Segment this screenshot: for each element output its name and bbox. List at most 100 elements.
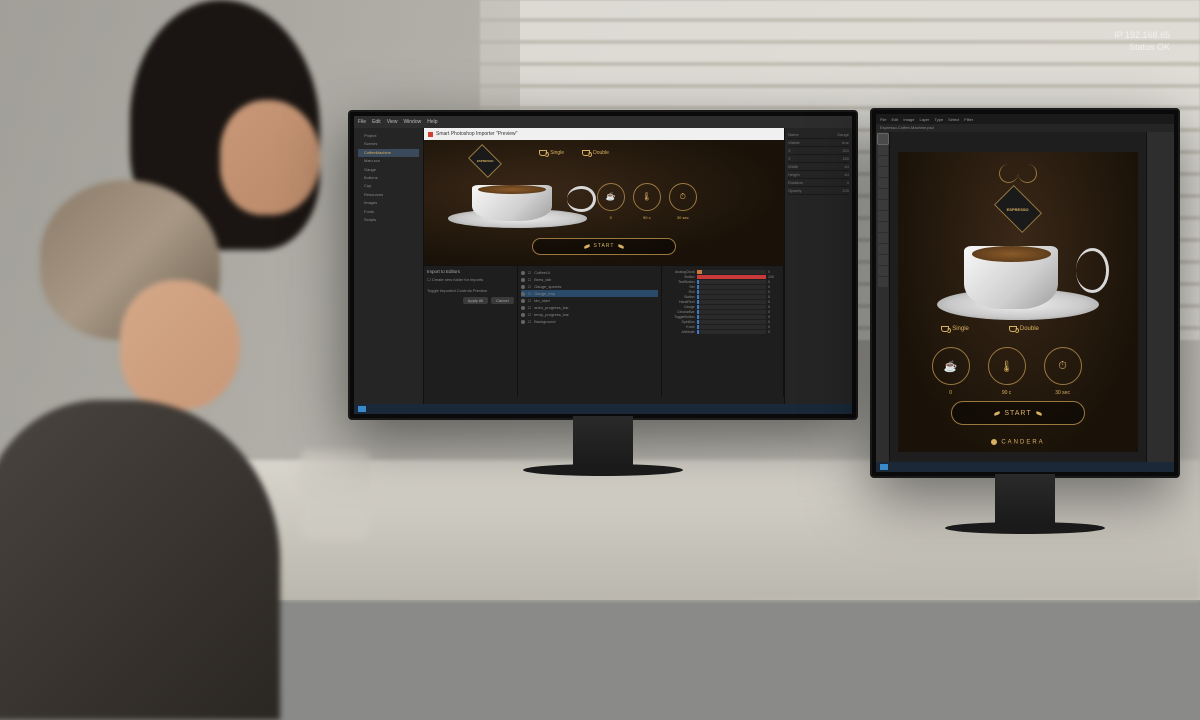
progress-row: Button100 [665,275,780,279]
dial-time[interactable]: ⏱30 sec [1044,347,1082,385]
layer-row[interactable]: ☐Gauge_tmp [521,290,658,297]
ps-menubar[interactable]: File Edit Image Layer Type Select Filter [876,114,1174,124]
prop-row[interactable]: Opacity100 [788,187,849,195]
ps-menu-image[interactable]: Image [903,117,914,122]
tab-single[interactable]: Single [941,326,969,332]
tree-item[interactable]: Gauge [358,166,419,174]
tab-double[interactable]: Double [1009,326,1039,332]
prop-row[interactable]: Height64 [788,171,849,179]
layer-row[interactable]: ☐CoffeeUI [521,269,658,276]
ps-canvas[interactable]: ESPRESSO Single Double ☕0 🌡90 c [890,132,1146,472]
prop-row[interactable]: Y180 [788,155,849,163]
cup-icon [941,326,949,332]
coffee-cup-image [460,175,575,228]
eye-icon[interactable] [521,292,525,296]
tab-double[interactable]: Double [582,150,609,156]
layer-row[interactable]: ☐anim_progress_bar [521,304,658,311]
preview-window: Smart Photoshop Importer "Preview" ESPRE… [424,128,784,265]
ide-menubar[interactable]: File Edit View Window Help [354,116,852,128]
apply-all-button[interactable]: Apply All [463,297,488,304]
dial-temp[interactable]: 🌡90 c [633,183,661,211]
prop-row[interactable]: NameGauge [788,131,849,139]
ps-menu-edit[interactable]: Edit [891,117,898,122]
hand-tool-icon[interactable] [878,266,888,276]
tree-item[interactable]: Buttons [358,174,419,182]
project-tree[interactable]: Project Scenes CoffeeMachine Main.scn Ga… [354,128,424,414]
prop-row[interactable]: Rotation0 [788,179,849,187]
layer-row[interactable]: ☐Background [521,318,658,325]
eye-icon[interactable] [521,313,525,317]
prop-row[interactable]: Visibletrue [788,139,849,147]
menu-edit[interactable]: Edit [372,119,381,125]
prop-row[interactable]: Width64 [788,163,849,171]
windows-taskbar[interactable] [876,462,1174,472]
shape-tool-icon[interactable] [878,255,888,265]
tab-single[interactable]: Single [539,150,564,156]
dial-beans[interactable]: ☕0 [597,183,625,211]
tree-item[interactable]: Fonts [358,208,419,216]
eye-icon[interactable] [521,285,525,289]
ps-doc-tab[interactable]: Espresso-Coffee-Machine.psd [876,124,1174,132]
marquee-tool-icon[interactable] [878,145,888,155]
menu-help[interactable]: Help [427,119,437,125]
dial-beans[interactable]: ☕0 [932,347,970,385]
tree-item[interactable]: Resources [358,191,419,199]
ps-menu-select[interactable]: Select [948,117,959,122]
windows-start-icon[interactable] [358,406,366,412]
coffee-ui-design: ESPRESSO Single Double ☕0 🌡90 c [898,152,1138,452]
ps-menu-file[interactable]: File [880,117,886,122]
eye-icon[interactable] [521,271,525,275]
tree-item[interactable]: Images [358,199,419,207]
leaf-icon [1035,411,1042,416]
start-button[interactable]: START [532,238,676,256]
monitor-right: File Edit Image Layer Type Select Filter… [870,108,1180,478]
layer-row[interactable]: ☐btn_start [521,297,658,304]
cup-icon [582,150,590,156]
espresso-logo: ESPRESSO [989,194,1047,224]
tree-item[interactable]: Scenes [358,140,419,148]
dial-temp[interactable]: 🌡90 c [988,347,1026,385]
ps-toolbar[interactable] [876,132,890,472]
start-button[interactable]: START [951,401,1085,425]
brush-tool-icon[interactable] [878,189,888,199]
type-tool-icon[interactable] [878,244,888,254]
clone-tool-icon[interactable] [878,200,888,210]
layer-row[interactable]: ☐temp_progress_bar [521,311,658,318]
cancel-button[interactable]: Cancel [491,297,513,304]
windows-start-icon[interactable] [880,464,888,470]
coffee-cup-image [951,230,1085,320]
tree-item[interactable]: Project [358,132,419,140]
prop-row[interactable]: X320 [788,147,849,155]
dial-time[interactable]: ⏱30 sec [669,183,697,211]
ps-menu-layer[interactable]: Layer [919,117,929,122]
menu-window[interactable]: Window [403,119,421,125]
tree-item[interactable]: Cup [358,182,419,190]
progress-row: Gauge0 [665,305,780,309]
tree-item[interactable]: Main.scn [358,157,419,165]
layer-row[interactable]: ☐Gauge_speeds [521,283,658,290]
eyedropper-tool-icon[interactable] [878,178,888,188]
menu-file[interactable]: File [358,119,366,125]
timer-icon: ⏱ [1058,360,1067,373]
eye-icon[interactable] [521,299,525,303]
ps-panels[interactable] [1146,132,1174,472]
tree-item[interactable]: CoffeeMachine [358,149,419,157]
eraser-tool-icon[interactable] [878,211,888,221]
leaf-icon [583,244,590,249]
windows-taskbar[interactable] [354,404,852,414]
move-tool-icon[interactable] [878,134,888,144]
eye-icon[interactable] [521,278,525,282]
layer-row[interactable]: ☐Brew_tab [521,276,658,283]
eye-icon[interactable] [521,306,525,310]
zoom-tool-icon[interactable] [878,277,888,287]
crop-tool-icon[interactable] [878,167,888,177]
menu-view[interactable]: View [387,119,398,125]
eye-icon[interactable] [521,320,525,324]
gradient-tool-icon[interactable] [878,222,888,232]
ps-menu-filter[interactable]: Filter [964,117,973,122]
progress-row: CircularBar0 [665,310,780,314]
pen-tool-icon[interactable] [878,233,888,243]
tree-item[interactable]: Scripts [358,216,419,224]
ps-menu-type[interactable]: Type [935,117,944,122]
lasso-tool-icon[interactable] [878,156,888,166]
